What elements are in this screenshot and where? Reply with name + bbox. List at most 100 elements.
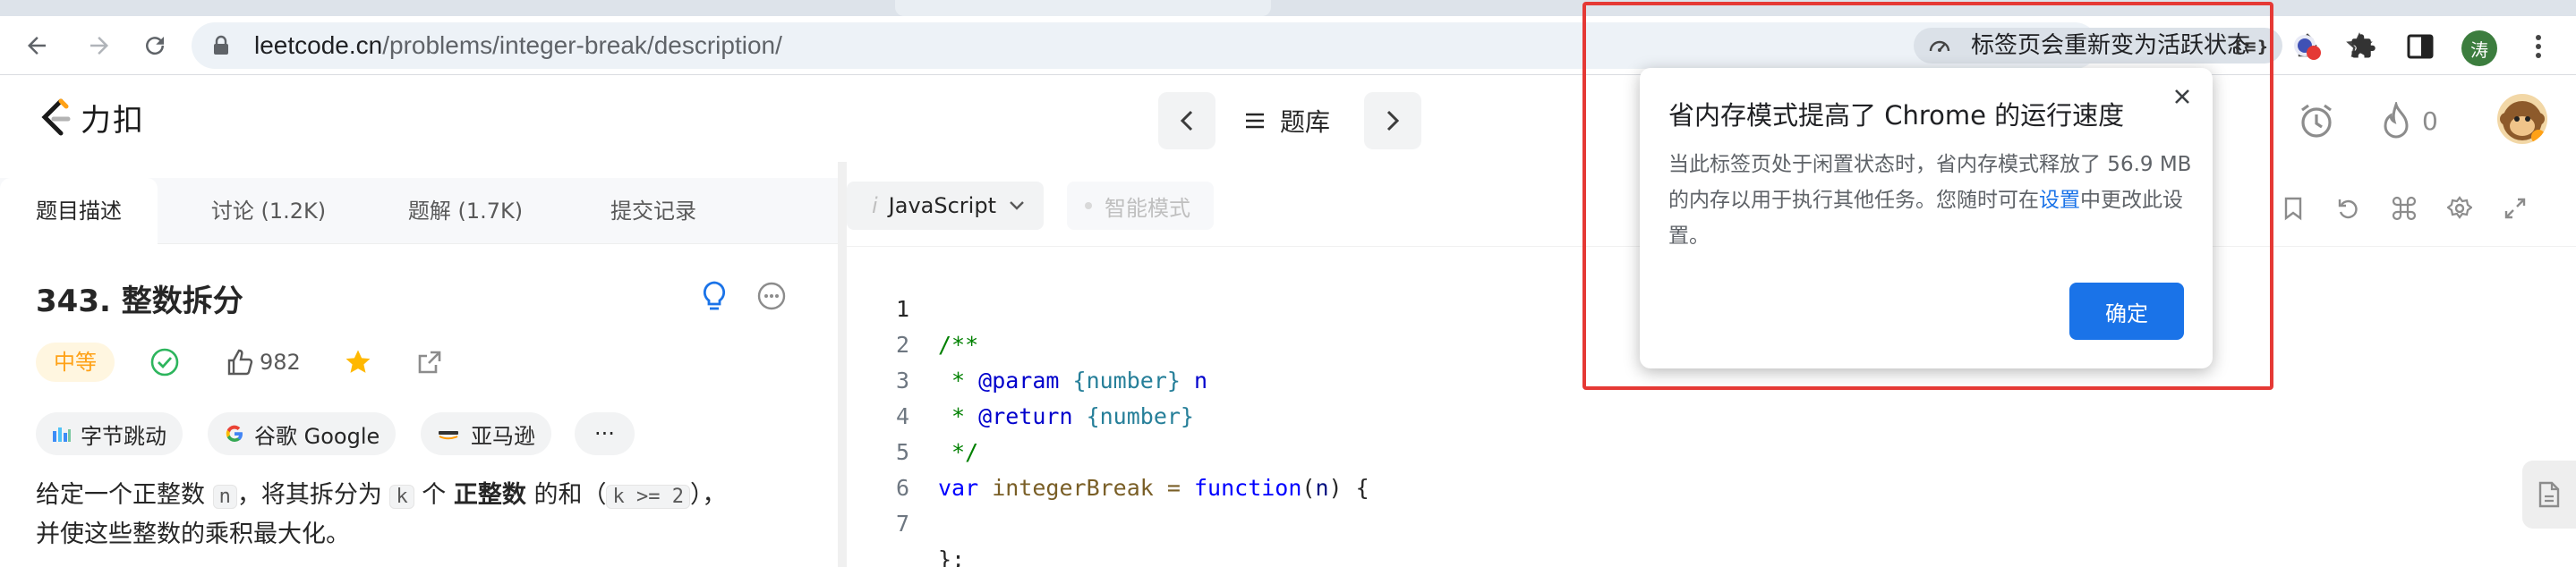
streak-button[interactable]: 0 <box>2381 99 2438 142</box>
lightbulb-icon <box>703 281 726 310</box>
side-panel-icon[interactable] <box>2404 30 2436 63</box>
panel-resizer[interactable] <box>838 162 847 567</box>
bookmark-button[interactable] <box>2277 192 2309 224</box>
ellipsis-circle-icon <box>757 282 786 310</box>
code-line: 6 <box>847 435 2547 501</box>
chevron-right-icon <box>1386 110 1400 131</box>
expand-icon <box>2504 198 2526 219</box>
more-tags-label: ··· <box>594 421 615 446</box>
likes-count: 982 <box>260 350 301 375</box>
profile-initial: 涛 <box>2470 38 2488 61</box>
desc-text: 并使这些整数的乘积最大化。 <box>36 520 350 548</box>
bytedance-icon <box>52 424 72 444</box>
problem-set-label: 题库 <box>1280 107 1331 137</box>
lock-icon <box>211 35 231 60</box>
desc-code: n <box>212 485 237 509</box>
tab-description[interactable]: 题目描述 <box>0 178 158 244</box>
desc-code: k >= 2 <box>606 485 690 509</box>
fullscreen-button[interactable] <box>2499 192 2531 224</box>
tab-submissions[interactable]: 提交记录 <box>573 178 734 244</box>
favorite-star-icon[interactable] <box>340 344 376 380</box>
smart-mode-label: 智能模式 <box>1105 195 1190 221</box>
next-problem-button[interactable] <box>1364 92 1421 149</box>
undo-icon <box>2338 199 2358 219</box>
profile-avatar[interactable]: 涛 <box>2461 30 2497 66</box>
problem-description: 给定一个正整数 n ，将其拆分为 k 个 正整数 的和（ k >= 2）， 并使这些… <box>36 477 823 554</box>
desc-text: 的和（ <box>533 481 607 509</box>
highlight-box <box>1582 2 2273 390</box>
language-select[interactable]: i JavaScript <box>847 182 1044 230</box>
company-label: 字节跳动 <box>81 423 166 449</box>
company-tag-google[interactable]: 谷歌 Google <box>208 412 397 455</box>
description-panel: 题目描述 讨论 (1.2K) 题解 (1.7K) 提交记录 343. 整数拆分 … <box>0 162 838 567</box>
reload-icon <box>146 37 165 55</box>
thumbs-up-icon[interactable] <box>222 344 258 380</box>
monkey-avatar-icon <box>2500 101 2546 144</box>
url-path: /problems/integer-break/description/ <box>382 31 782 59</box>
description-tabs: 题目描述 讨论 (1.2K) 题解 (1.7K) 提交记录 <box>0 178 838 244</box>
dot-icon <box>1085 202 1092 209</box>
leetcode-logo-icon <box>41 98 71 135</box>
company-tag-bytedance[interactable]: 字节跳动 <box>36 412 183 455</box>
desc-text: 个 <box>422 481 447 509</box>
reload-button[interactable] <box>134 25 175 66</box>
desc-text: 给定一个正整数 <box>36 481 205 509</box>
translate-extension-icon[interactable] <box>2291 30 2324 63</box>
alarm-clock-icon <box>2301 104 2332 138</box>
leetcode-logo[interactable]: 力扣 <box>38 96 145 140</box>
tab-discussion[interactable]: 讨论 (1.2K) <box>179 178 358 244</box>
forward-arrow-icon <box>90 37 108 55</box>
more-options-button[interactable] <box>754 278 789 314</box>
more-tags-button[interactable]: ··· <box>575 412 635 455</box>
desc-text: ）， <box>689 481 727 509</box>
settings-button[interactable] <box>2444 192 2476 224</box>
difficulty-badge: 中等 <box>36 343 115 382</box>
info-icon: i <box>872 193 878 218</box>
smart-mode-toggle[interactable]: 智能模式 <box>1067 182 1214 230</box>
back-arrow-icon <box>28 37 46 55</box>
fire-icon <box>2384 102 2409 139</box>
tab-solutions[interactable]: 题解 (1.7K) <box>376 178 555 244</box>
desc-bold: 正整数 <box>453 481 526 509</box>
problem-set-button[interactable]: 题库 <box>1244 99 1330 142</box>
company-label: 亚马逊 <box>471 423 535 449</box>
chrome-menu-icon[interactable] <box>2522 30 2555 63</box>
amazon-icon <box>437 427 462 440</box>
user-avatar[interactable] <box>2497 94 2547 144</box>
notes-button[interactable] <box>2522 461 2576 529</box>
company-label: 谷歌 Google <box>254 423 380 449</box>
chevron-down-icon <box>1010 201 1024 210</box>
code-punct: }; <box>938 546 966 567</box>
code-line: 7 }; <box>847 470 2547 567</box>
url-text: leetcode.cn/problems/integer-break/descr… <box>254 22 782 69</box>
logo-text: 力扣 <box>81 103 145 139</box>
code-text: }; <box>938 542 965 567</box>
hint-button[interactable] <box>696 278 732 314</box>
streak-count: 0 <box>2422 106 2438 136</box>
back-button[interactable] <box>16 25 57 66</box>
code-line: 5 var integerBreak = function(n) { <box>847 399 2547 501</box>
browser-tab[interactable] <box>895 0 1271 16</box>
reset-code-button[interactable] <box>2333 192 2365 224</box>
shortcuts-button[interactable] <box>2388 192 2420 224</box>
puzzle-extensions-icon[interactable] <box>2347 30 2379 63</box>
solved-icon <box>147 344 183 380</box>
bookmark-icon <box>2284 197 2302 221</box>
language-label: JavaScript <box>888 193 996 218</box>
chevron-left-icon <box>1180 110 1193 131</box>
prev-problem-button[interactable] <box>1158 92 1215 149</box>
document-icon <box>2538 481 2560 508</box>
forward-button[interactable] <box>79 25 120 66</box>
company-tag-amazon[interactable]: 亚马逊 <box>421 412 551 455</box>
timer-button[interactable] <box>2297 99 2336 142</box>
url-host: leetcode.cn <box>254 31 383 59</box>
desc-code: k <box>389 485 414 509</box>
command-key-icon <box>2392 196 2417 221</box>
share-problem-icon[interactable] <box>412 344 448 380</box>
list-icon <box>1246 113 1264 129</box>
problem-title: 343. 整数拆分 <box>36 284 243 319</box>
line-number: 7 <box>895 511 909 537</box>
google-icon <box>224 423 245 444</box>
gear-icon <box>2447 196 2472 219</box>
desc-text: ，将其拆分为 <box>236 481 382 509</box>
